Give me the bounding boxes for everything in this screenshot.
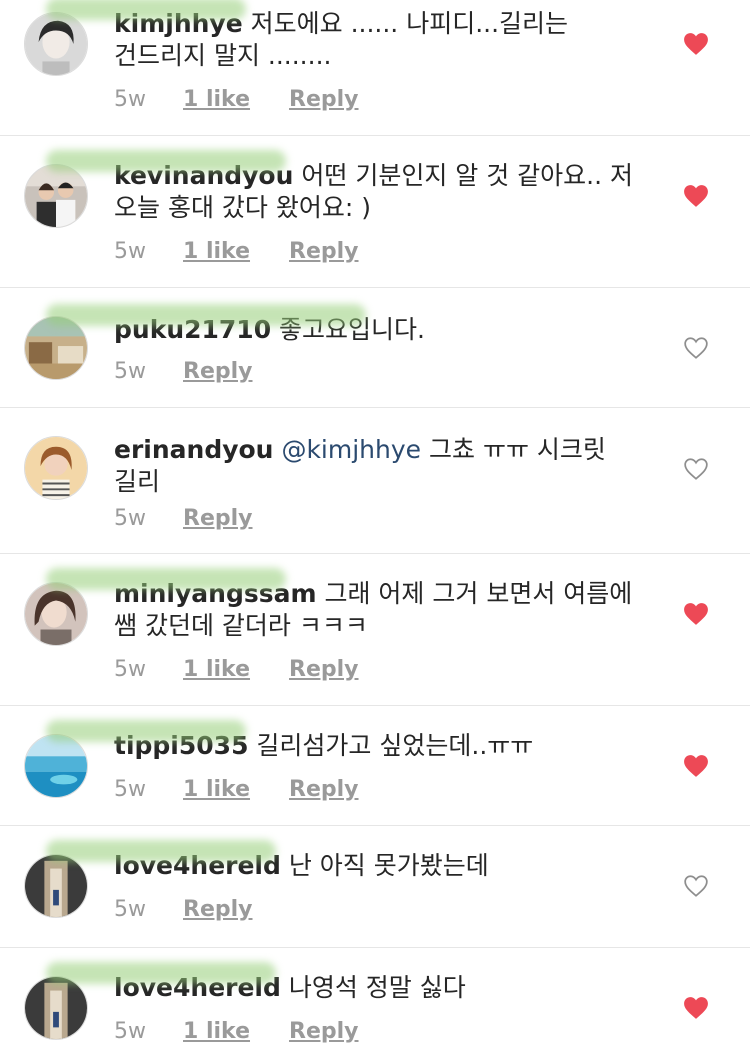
likes-count[interactable]: 1 like (183, 238, 250, 266)
reply-button[interactable]: Reply (289, 656, 359, 684)
comment-item: love4hereld 나영석 정말 싫다 5w 1 like Reply (0, 948, 750, 1052)
username[interactable]: love4hereld (114, 851, 281, 880)
username[interactable]: kevinandyou (114, 161, 293, 190)
comment-text: love4hereld 난 아직 못가봤는데 (46, 840, 644, 882)
comment-meta: 5w 1 like Reply (114, 86, 391, 114)
comment-meta: 5w Reply (114, 358, 285, 386)
heart-filled-icon[interactable] (683, 754, 709, 778)
comment-item: minlyangssam 그래 어제 그거 보면서 여름에 쌤 갔던데 같더라 … (0, 554, 750, 706)
avatar[interactable] (24, 436, 88, 500)
username[interactable]: kimjhhye (114, 9, 243, 38)
likes-count[interactable]: 1 like (183, 656, 250, 684)
heart-filled-icon[interactable] (683, 32, 709, 56)
avatar[interactable] (24, 164, 88, 228)
reply-button[interactable]: Reply (183, 505, 253, 533)
heart-outline-icon[interactable] (683, 457, 709, 481)
timestamp: 5w (114, 777, 146, 802)
avatar[interactable] (24, 734, 88, 798)
comment-text: puku21710 좋고요입니다. (46, 304, 644, 346)
comment-item: kimjhhye 저도에요 ...... 나피디...길리는 건드리지 말지 .… (0, 0, 750, 136)
comment-text: love4hereld 나영석 정말 싫다 (46, 962, 644, 1004)
heart-filled-icon[interactable] (683, 602, 709, 626)
comment-meta: 5w Reply (114, 896, 285, 924)
comment-text: kevinandyou 어떤 기분인지 알 것 같아요.. 저 오늘 홍대 갔다… (46, 150, 644, 224)
timestamp: 5w (114, 506, 146, 531)
comment-item: puku21710 좋고요입니다. 5w Reply (0, 288, 750, 408)
comment-meta: 5w 1 like Reply (114, 1018, 391, 1046)
comment-text: tippi5035 길리섬가고 싶었는데..ㅠㅠ (46, 720, 644, 762)
comment-body: 좋고요입니다. (279, 315, 425, 344)
comment-item: erinandyou @kimjhhye 그쵸 ㅠㅠ 시크릿 길리 5w Rep… (0, 408, 750, 554)
username[interactable]: love4hereld (114, 973, 281, 1002)
comment-body: 나영석 정말 싫다 (288, 973, 466, 1002)
heart-outline-icon[interactable] (683, 874, 709, 898)
comment-item: kevinandyou 어떤 기분인지 알 것 같아요.. 저 오늘 홍대 갔다… (0, 136, 750, 288)
username[interactable]: puku21710 (114, 315, 271, 344)
likes-count[interactable]: 1 like (183, 1018, 250, 1046)
timestamp: 5w (114, 897, 146, 922)
comment-meta: 5w 1 like Reply (114, 776, 391, 804)
comment-meta: 5w Reply (114, 505, 285, 533)
avatar[interactable] (24, 854, 88, 918)
avatar[interactable] (24, 12, 88, 76)
timestamp: 5w (114, 359, 146, 384)
heart-filled-icon[interactable] (683, 184, 709, 208)
heart-outline-icon[interactable] (683, 336, 709, 360)
reply-button[interactable]: Reply (289, 238, 359, 266)
username[interactable]: tippi5035 (114, 731, 248, 760)
comment-meta: 5w 1 like Reply (114, 238, 391, 266)
comment-text: erinandyou @kimjhhye 그쵸 ㅠㅠ 시크릿 길리 (114, 434, 644, 498)
reply-button[interactable]: Reply (289, 86, 359, 114)
comment-body: 난 아직 못가봤는데 (288, 851, 489, 880)
comment-meta: 5w 1 like Reply (114, 656, 391, 684)
likes-count[interactable]: 1 like (183, 86, 250, 114)
comment-item: tippi5035 길리섬가고 싶었는데..ㅠㅠ 5w 1 like Reply (0, 706, 750, 826)
reply-button[interactable]: Reply (183, 358, 253, 386)
timestamp: 5w (114, 87, 146, 112)
avatar[interactable] (24, 316, 88, 380)
timestamp: 5w (114, 239, 146, 264)
avatar[interactable] (24, 582, 88, 646)
timestamp: 5w (114, 1019, 146, 1044)
comment-item: love4hereld 난 아직 못가봤는데 5w Reply (0, 826, 750, 948)
reply-button[interactable]: Reply (183, 896, 253, 924)
reply-button[interactable]: Reply (289, 776, 359, 804)
mention-link[interactable]: @kimjhhye (281, 435, 421, 464)
heart-filled-icon[interactable] (683, 996, 709, 1020)
comment-text: minlyangssam 그래 어제 그거 보면서 여름에 쌤 갔던데 같더라 … (46, 568, 644, 642)
likes-count[interactable]: 1 like (183, 776, 250, 804)
comment-body: 길리섬가고 싶었는데..ㅠㅠ (256, 731, 534, 760)
comment-text: kimjhhye 저도에요 ...... 나피디...길리는 건드리지 말지 .… (46, 0, 644, 72)
username[interactable]: erinandyou (114, 435, 274, 464)
reply-button[interactable]: Reply (289, 1018, 359, 1046)
avatar[interactable] (24, 976, 88, 1040)
timestamp: 5w (114, 657, 146, 682)
username[interactable]: minlyangssam (114, 579, 317, 608)
